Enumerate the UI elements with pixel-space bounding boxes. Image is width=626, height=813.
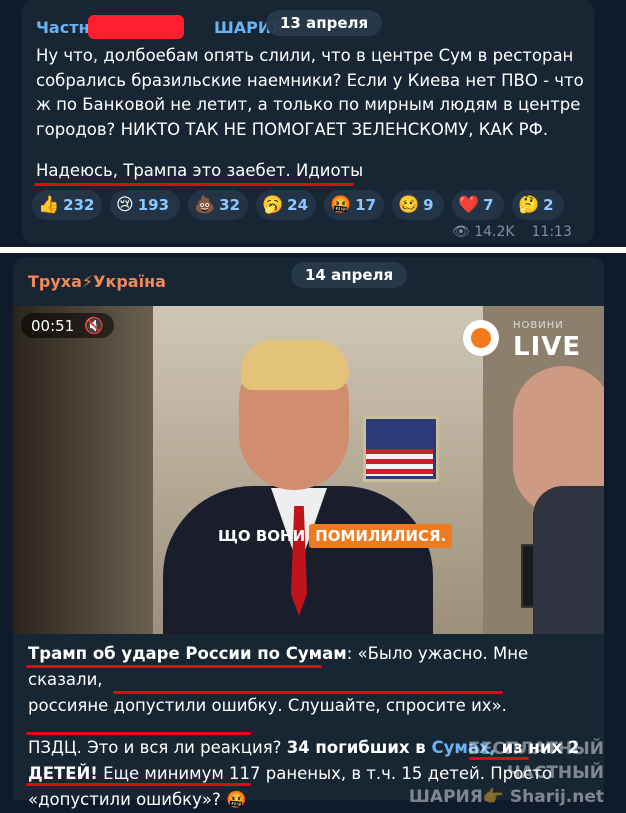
- text-line: Ну что, долбоебам опять слили, что в цен…: [36, 46, 574, 65]
- yawning-face-icon: 🥱: [262, 194, 284, 215]
- woozy-face-icon: 🥴: [398, 194, 420, 215]
- text-span: ДЕТЕЙ!: [28, 764, 98, 783]
- reaction-yawn[interactable]: 🥱 24: [256, 190, 316, 220]
- text-line: ж по Банковой не летит, а только по мирн…: [36, 95, 581, 114]
- crying-face-icon: 😢: [116, 194, 134, 215]
- video-subtitle: ЩО ВОНИ ПОМИЛИЛИСЯ.: [218, 524, 453, 548]
- subtitle-plain: ЩО ВОНИ: [218, 527, 306, 545]
- reaction-cursing[interactable]: 🤬 17: [324, 190, 384, 220]
- text-span: россияне допустили ошибку. Слушайте, спр…: [28, 696, 507, 715]
- message-post-2: Труха⚡Україна 14 апреля 00:51 🔇 НОВИНИ L…: [13, 257, 604, 809]
- mute-icon[interactable]: 🔇: [84, 316, 104, 335]
- reaction-thinking[interactable]: 🤔 2: [512, 190, 564, 220]
- watermark-line: БЕСПЛАТНЫЙ ЧАСТНЫЙ: [467, 739, 604, 783]
- reaction-heart[interactable]: ❤️ 7: [452, 190, 504, 220]
- poop-icon: 💩: [194, 194, 216, 215]
- person-hair: [241, 340, 349, 390]
- eye-icon: 👁: [452, 224, 470, 240]
- thumbs-up-icon: 👍: [38, 194, 60, 215]
- watermark-line: ШАРИЯ👉 Sharij.net: [408, 787, 604, 807]
- video-bg: [13, 306, 153, 634]
- reaction-count: 232: [63, 196, 95, 214]
- message-time: 11:13: [531, 224, 572, 240]
- text-span: Трамп об ударе России по Сумам: [28, 644, 347, 663]
- thinking-face-icon: 🤔: [518, 194, 540, 215]
- reaction-count: 9: [423, 196, 434, 214]
- subtitle-highlight: ПОМИЛИЛИСЯ.: [309, 524, 453, 548]
- cursing-face-icon: 🤬: [330, 194, 352, 215]
- reaction-cry[interactable]: 😢 193: [110, 190, 180, 220]
- video-timer[interactable]: 00:51 🔇: [21, 313, 115, 338]
- reaction-count: 2: [543, 196, 554, 214]
- reaction-poop[interactable]: 💩 32: [188, 190, 248, 220]
- date-pill-2: 14 апреля: [291, 262, 408, 288]
- closing-line: Надеюсь, Трампа это заебет. Идиоты: [36, 161, 364, 180]
- timer-text: 00:51: [31, 316, 75, 335]
- message-meta-1: 👁 14.2K 11:13: [452, 224, 572, 240]
- live-label: LIVE: [513, 332, 582, 362]
- message-post-1: Частны ШАРИЯ 13 апреля Ну что, долбоебам …: [22, 0, 594, 243]
- view-count: 14.2K: [474, 224, 515, 240]
- text-line: городов? НИКТО ТАК НЕ ПОМОГАЕТ ЗЕЛЕНСКОМ…: [36, 119, 549, 139]
- news-label: НОВИНИ: [513, 320, 564, 331]
- reaction-count: 193: [137, 196, 170, 214]
- text-span: ПЗДЦ. Это и вся ли реакция?: [28, 738, 287, 757]
- reaction-count: 32: [219, 196, 241, 214]
- redaction-mark: [88, 15, 184, 39]
- channel-name-2[interactable]: Труха⚡Україна: [28, 272, 166, 291]
- paragraph-1: Трамп об ударе России по Сумам: «Было уж…: [28, 641, 598, 719]
- red-underline: [26, 732, 251, 735]
- flag-stripes: [366, 449, 433, 476]
- reaction-count: 17: [355, 196, 377, 214]
- reaction-count: 24: [287, 196, 309, 214]
- news-logo-icon: [463, 320, 499, 356]
- reaction-woozy[interactable]: 🥴 9: [392, 190, 444, 220]
- red-underline: [26, 665, 322, 668]
- watermark: БЕСПЛАТНЫЙ ЧАСТНЫЙ ШАРИЯ👉 Sharij.net: [395, 737, 604, 809]
- text-line: собрались бразильские наемники? Если у К…: [36, 70, 584, 90]
- red-underline: [113, 691, 503, 694]
- heart-icon: ❤️: [458, 194, 480, 215]
- video-player[interactable]: 00:51 🔇 НОВИНИ LIVE ЩО ВОНИ ПОМИЛИЛИСЯ.: [13, 306, 604, 634]
- reaction-thumbs-up[interactable]: 👍 232: [32, 190, 102, 220]
- message-text-1: Ну что, долбоебам опять слили, что в цен…: [36, 44, 586, 184]
- red-underline: [26, 783, 251, 786]
- reporter-body: [533, 486, 604, 634]
- reaction-count: 7: [483, 196, 494, 214]
- date-pill-1: 13 апреля: [266, 10, 383, 36]
- divider: [0, 247, 626, 253]
- red-underline: [34, 183, 354, 186]
